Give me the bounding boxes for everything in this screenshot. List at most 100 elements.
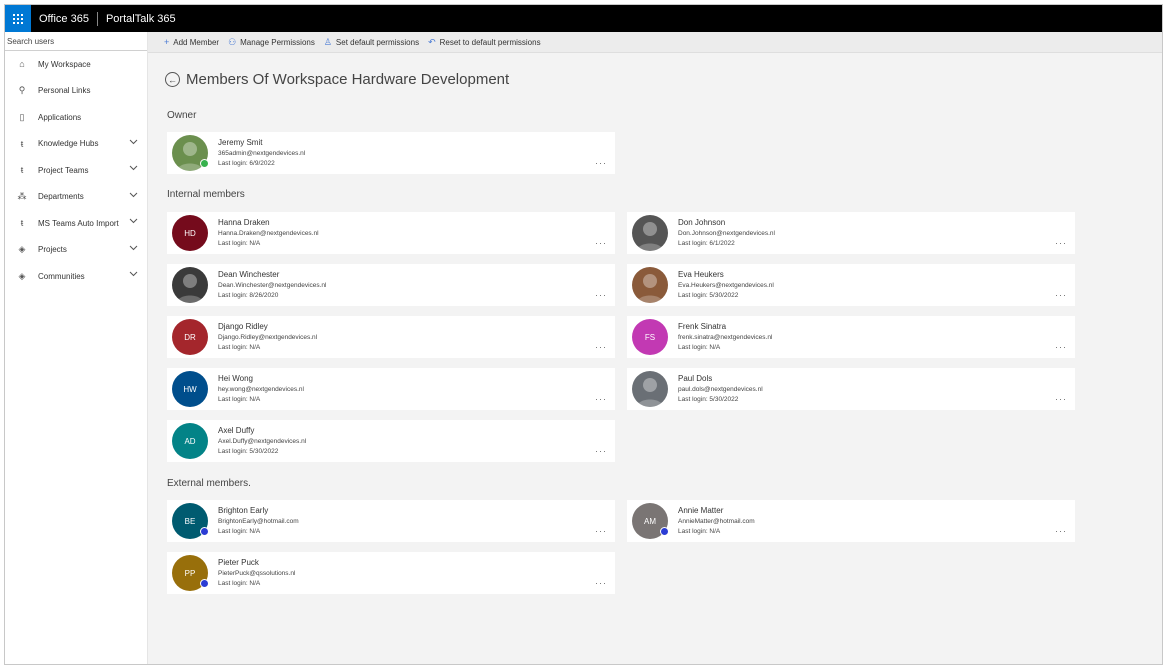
more-options-icon[interactable]: ··· [595, 290, 607, 300]
more-options-icon[interactable]: ··· [1055, 394, 1067, 404]
reset-default-label: Reset to default permissions [439, 37, 541, 47]
member-name: Axel Duffy [218, 426, 255, 435]
reset-default-permissions-button[interactable]: ↶ Reset to default permissions [428, 37, 540, 48]
sidebar-item[interactable]: ⁂ Departments [5, 184, 147, 211]
more-options-icon[interactable]: ··· [595, 158, 607, 168]
internal-members-heading: Internal members [167, 189, 245, 200]
member-card[interactable]: Jeremy Smit 365admin@nextgendevices.nl Las… [167, 132, 615, 174]
member-name: Frenk Sinatra [678, 322, 727, 331]
page-title: Members Of Workspace Hardware Developmen… [186, 71, 510, 88]
back-arrow-icon[interactable]: ← [165, 72, 180, 87]
chevron-down-icon[interactable] [129, 164, 138, 171]
sidebar-item-label: MS Teams Auto Import [38, 218, 119, 228]
avatar: HD [172, 215, 208, 251]
chevron-down-icon[interactable] [129, 138, 138, 145]
sharepoint-icon: ◈ [18, 270, 26, 281]
member-card[interactable]: BE Brighton Early BrightonEarly@hotmail.co… [167, 500, 615, 542]
sidebar-item-label: Personal Links [38, 86, 91, 96]
chevron-down-icon[interactable] [129, 217, 138, 224]
profile-photo-icon [177, 274, 203, 303]
sidebar-item[interactable]: ŧ Project Teams [5, 157, 147, 184]
page-header: ← Members Of Workspace Hardware Developm… [165, 71, 509, 88]
member-email: Django.Ridley@nextgendevices.nl [218, 334, 318, 341]
people-settings-icon: ⚇ [228, 36, 237, 47]
command-bar: + Add Member ⚇ Manage Permissions ♙ Set … [148, 32, 1162, 53]
owner-status-icon [200, 159, 209, 168]
app-window: Office 365 PortalTalk 365 ⌂ My Workspace ⚲… [4, 4, 1163, 665]
member-card[interactable]: AD Axel Duffy Axel.Duffy@nextgendevices.nl… [167, 420, 615, 462]
more-options-icon[interactable]: ··· [1055, 526, 1067, 536]
add-member-button[interactable]: + Add Member [164, 37, 219, 47]
last-login: Last login: 6/1/2022 [678, 240, 735, 247]
member-card[interactable]: Eva Heukers Eva.Heukers@nextgendevices.nl… [627, 264, 1075, 306]
chevron-down-icon[interactable] [129, 244, 138, 251]
sidebar-item[interactable]: ◈ Projects [5, 237, 147, 264]
last-login: Last login: N/A [218, 528, 261, 535]
more-options-icon[interactable]: ··· [1055, 290, 1067, 300]
member-card[interactable]: PP Pieter Puck PieterPuck@qssolutions.nl La… [167, 552, 615, 594]
member-name: Paul Dols [678, 374, 713, 383]
search-input[interactable] [7, 36, 145, 46]
guest-mail-icon [200, 579, 209, 588]
member-card[interactable]: Don Johnson Don.Johnson@nextgendevices.nl… [627, 212, 1075, 254]
member-card[interactable]: Paul Dols paul.dols@nextgendevices.nl Last… [627, 368, 1075, 410]
member-name: Brighton Early [218, 506, 269, 515]
sidebar-item-label: Communities [38, 271, 85, 281]
profile-photo-icon [637, 274, 663, 303]
member-card[interactable]: FS Frenk Sinatra frenk.sinatra@nextgendevi… [627, 316, 1075, 358]
member-card[interactable]: HD Hanna Draken Hanna.Draken@nextgendevice… [167, 212, 615, 254]
home-icon: ⌂ [19, 59, 25, 70]
member-name: Pieter Puck [218, 558, 259, 567]
chevron-down-icon[interactable] [129, 270, 138, 277]
member-card[interactable]: HW Hei Wong hey.wong@nextgendevices.nl Last… [167, 368, 615, 410]
last-login: Last login: 5/30/2022 [218, 448, 279, 455]
app-launcher-icon[interactable] [5, 5, 31, 32]
last-login: Last login: N/A [218, 240, 261, 247]
member-card[interactable]: Dean Winchester Dean.Winchester@nextgende… [167, 264, 615, 306]
member-name: Jeremy Smit [218, 138, 263, 147]
member-card[interactable]: DR Django Ridley Django.Ridley@nextgendevi… [167, 316, 615, 358]
member-email: Don.Johnson@nextgendevices.nl [678, 230, 775, 237]
set-default-permissions-button[interactable]: ♙ Set default permissions [324, 37, 419, 48]
last-login: Last login: 8/26/2020 [218, 292, 279, 299]
more-options-icon[interactable]: ··· [1055, 342, 1067, 352]
more-options-icon[interactable]: ··· [595, 578, 607, 588]
sidebar-item[interactable]: ◈ Communities [5, 263, 147, 290]
set-default-label: Set default permissions [335, 37, 420, 47]
app-name[interactable]: PortalTalk 365 [98, 13, 184, 25]
more-options-icon[interactable]: ··· [595, 526, 607, 536]
sidebar-item[interactable]: ▯ Applications [5, 104, 147, 131]
teams-icon: ŧ [20, 138, 24, 149]
sidebar: ⌂ My Workspace ⚲ Personal Links ▯ Application… [5, 32, 148, 664]
last-login: Last login: N/A [218, 580, 261, 587]
member-email: frenk.sinatra@nextgendevices.nl [678, 334, 773, 341]
manage-permissions-label: Manage Permissions [240, 37, 315, 47]
member-card[interactable]: AM Annie Matter AnnieMatter@hotmail.com Las… [627, 500, 1075, 542]
sidebar-item[interactable]: ⚲ Personal Links [5, 78, 147, 105]
plus-icon: + [164, 37, 170, 47]
office-365-link[interactable]: Office 365 [31, 13, 97, 25]
sidebar-item[interactable]: ŧ MS Teams Auto Import [5, 210, 147, 237]
person-icon: ⚲ [18, 85, 26, 96]
chevron-down-icon[interactable] [129, 191, 138, 198]
more-options-icon[interactable]: ··· [595, 446, 607, 456]
teams-icon: ŧ [20, 218, 24, 229]
member-name: Eva Heukers [678, 270, 724, 279]
more-options-icon[interactable]: ··· [595, 342, 607, 352]
last-login: Last login: N/A [678, 528, 721, 535]
sidebar-item[interactable]: ŧ Knowledge Hubs [5, 131, 147, 158]
avatar: FS [632, 319, 668, 355]
more-options-icon[interactable]: ··· [595, 238, 607, 248]
sidebar-item-label: Applications [38, 112, 82, 122]
guest-mail-icon [200, 527, 209, 536]
member-email: BrightonEarly@hotmail.com [218, 518, 299, 525]
sidebar-item-label: Projects [38, 245, 67, 255]
avatar [632, 267, 668, 303]
more-options-icon[interactable]: ··· [1055, 238, 1067, 248]
teams-icon: ŧ [20, 165, 24, 176]
member-email: Dean.Winchester@nextgendevices.nl [218, 282, 327, 289]
manage-permissions-button[interactable]: ⚇ Manage Permissions [228, 37, 315, 48]
owner-heading: Owner [167, 110, 197, 121]
sidebar-item[interactable]: ⌂ My Workspace [5, 51, 147, 78]
more-options-icon[interactable]: ··· [595, 394, 607, 404]
